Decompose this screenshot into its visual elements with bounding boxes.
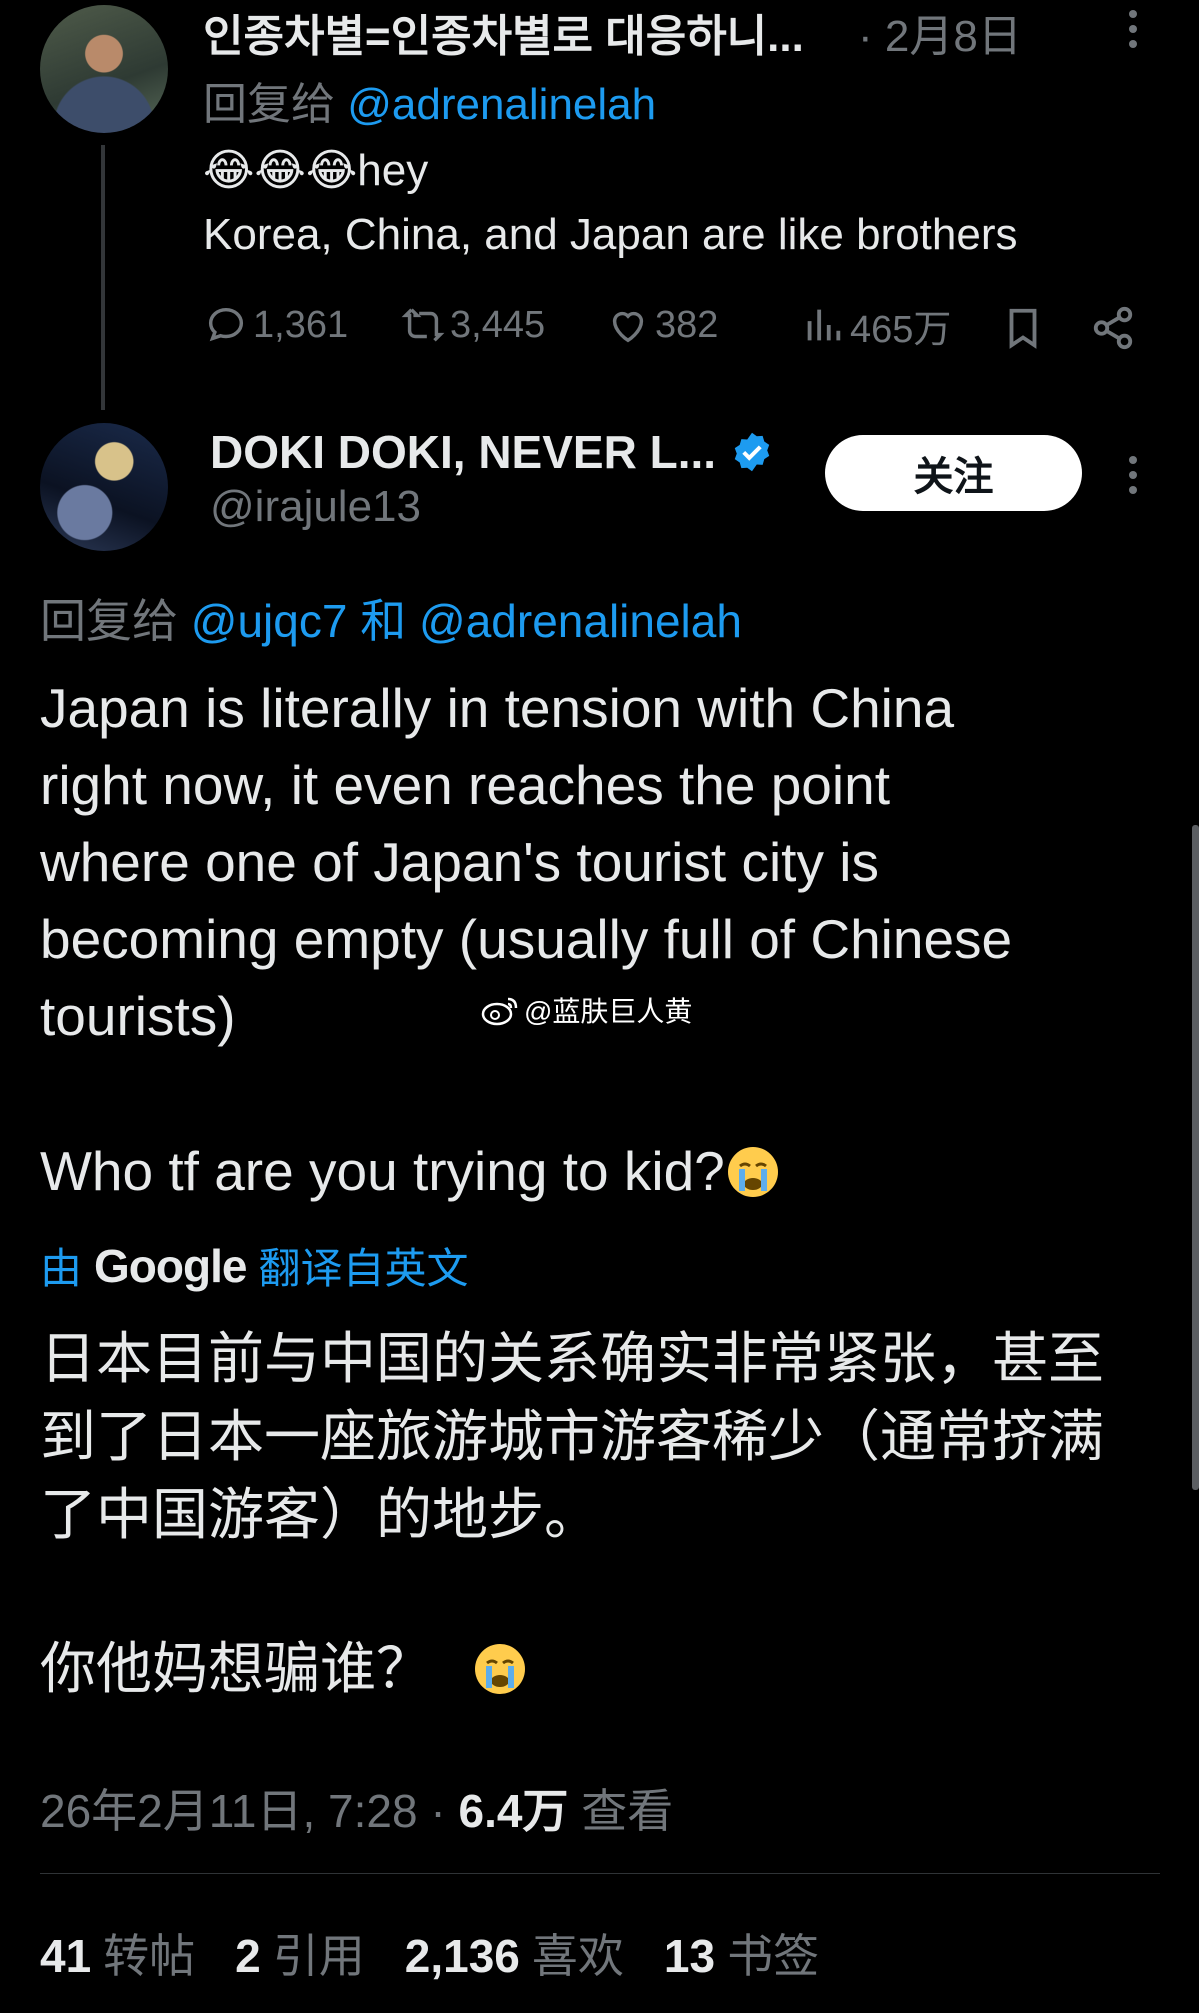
translated-text-line: 了中国游客）的地步。	[40, 1483, 600, 1546]
translation-bar[interactable]: 由 Google 翻译自英文	[40, 1235, 468, 1296]
tweet-text-line: becoming empty (usually full of Chinese	[40, 908, 1013, 970]
stat-label: 书签	[727, 1930, 820, 1982]
translated-text: 你他妈想骗谁？	[40, 1637, 432, 1700]
author-name-text: DOKI DOKI, NEVER L...	[210, 426, 717, 478]
views-button[interactable]: 465万	[800, 295, 951, 355]
translated-text-line: 到了日本一座旅游城市游客稀少（通常挤满	[40, 1405, 1104, 1468]
share-button[interactable]	[1090, 298, 1140, 358]
reply-author-name[interactable]: 인종차별=인종차별로 대응하니...	[203, 0, 804, 64]
laughing-emoji-group: 😂😂😂	[203, 146, 358, 195]
tweet-text-line: where one of Japan's tourist city is	[40, 831, 879, 893]
verified-badge-icon	[734, 432, 770, 472]
reply-text: hey	[357, 146, 429, 195]
reply-text-line: Korea, China, and Japan are like brother…	[203, 210, 1018, 259]
reply-text-line: 😂😂😂hey	[203, 145, 428, 196]
divider	[40, 1873, 1160, 1874]
reply-icon	[208, 307, 244, 342]
stat-likes[interactable]: 2,136 喜欢	[405, 1920, 624, 1986]
retweet-count: 3,445	[450, 303, 546, 346]
reply-to-label: 回复给	[203, 80, 335, 129]
stat-label: 引用	[272, 1930, 365, 1982]
reply-to-mention[interactable]: @ujqc7	[191, 595, 348, 647]
translate-by: 由	[40, 1245, 83, 1292]
reply-to-mention[interactable]: @adrenalinelah	[419, 595, 742, 647]
avatar[interactable]	[40, 423, 168, 551]
watermark: @蓝肤巨人黄	[480, 990, 692, 1030]
stat-count: 2	[235, 1930, 261, 1982]
reply-to-and: 和	[360, 595, 407, 647]
crying-emoji-icon	[475, 1644, 525, 1694]
stat-label: 转帖	[103, 1930, 196, 1982]
author-handle[interactable]: @irajule13	[210, 482, 421, 532]
tweet-timestamp[interactable]: 26年2月11日, 7:28 ·	[40, 1785, 458, 1837]
tweet-text-line: Japan is literally in tension with China	[40, 677, 955, 739]
tweet-text-line: right now, it even reaches the point	[40, 754, 890, 816]
reply-date[interactable]: · 2月8日	[858, 0, 1022, 64]
stat-bookmarks[interactable]: 13 书签	[664, 1920, 819, 1986]
retweet-icon	[401, 308, 445, 342]
thread-line	[101, 145, 105, 410]
reply-count: 1,361	[253, 303, 349, 346]
bookmark-icon	[1009, 308, 1037, 349]
views-chart-icon	[807, 309, 841, 341]
bookmark-button[interactable]	[1000, 298, 1050, 358]
translate-from-english[interactable]: 翻译自英文	[258, 1235, 468, 1296]
reply-to-line: 回复给 @ujqc7 和 @adrenalinelah	[40, 585, 742, 651]
reply-to-mention[interactable]: @adrenalinelah	[347, 80, 656, 129]
retweet-button[interactable]: 3,445	[400, 295, 545, 355]
author-name[interactable]: DOKI DOKI, NEVER L...	[210, 425, 774, 479]
stat-quotes[interactable]: 2 引用	[235, 1920, 365, 1986]
scrollbar[interactable]	[1192, 825, 1199, 1490]
views-count: 6.4万	[458, 1785, 569, 1837]
tweet-text: Who tf are you trying to kid?	[40, 1140, 725, 1202]
stat-label: 喜欢	[531, 1930, 624, 1982]
views-count: 465万	[850, 308, 952, 351]
weibo-logo-icon	[481, 997, 518, 1026]
avatar[interactable]	[40, 5, 168, 133]
like-count: 382	[655, 303, 719, 346]
tweet-meta: 26年2月11日, 7:28 · 6.4万 查看	[40, 1775, 673, 1841]
stat-count: 13	[663, 1930, 716, 1982]
watermark-text: @蓝肤巨人黄	[524, 996, 693, 1027]
tweet-text-line: tourists)	[40, 985, 236, 1047]
engagement-stats: 41 转帖 2 引用 2,136 喜欢 13 书签	[40, 1920, 859, 1986]
more-icon[interactable]	[1118, 450, 1148, 500]
translated-text-line: 你他妈想骗谁？	[40, 1630, 528, 1708]
follow-button[interactable]: 关注	[825, 435, 1082, 511]
heart-icon	[612, 311, 644, 343]
translated-text-line: 日本目前与中国的关系确实非常紧张，甚至	[40, 1327, 1104, 1390]
stat-count: 2,136	[404, 1930, 520, 1982]
tweet-text-line: Who tf are you trying to kid?	[40, 1133, 781, 1210]
stat-retweets[interactable]: 41 转帖	[40, 1920, 195, 1986]
reply-button[interactable]: 1,361	[203, 295, 348, 355]
reply-to-line: 回复给 @adrenalinelah	[203, 68, 656, 132]
google-logo: Google	[94, 1239, 247, 1292]
reply-to-label: 回复给	[40, 595, 178, 647]
crying-emoji-icon	[727, 1146, 778, 1197]
share-icon	[1093, 306, 1133, 350]
more-icon[interactable]	[1118, 4, 1148, 54]
views-label: 查看	[568, 1785, 674, 1837]
stat-count: 41	[40, 1930, 92, 1982]
like-button[interactable]: 382	[605, 295, 718, 355]
